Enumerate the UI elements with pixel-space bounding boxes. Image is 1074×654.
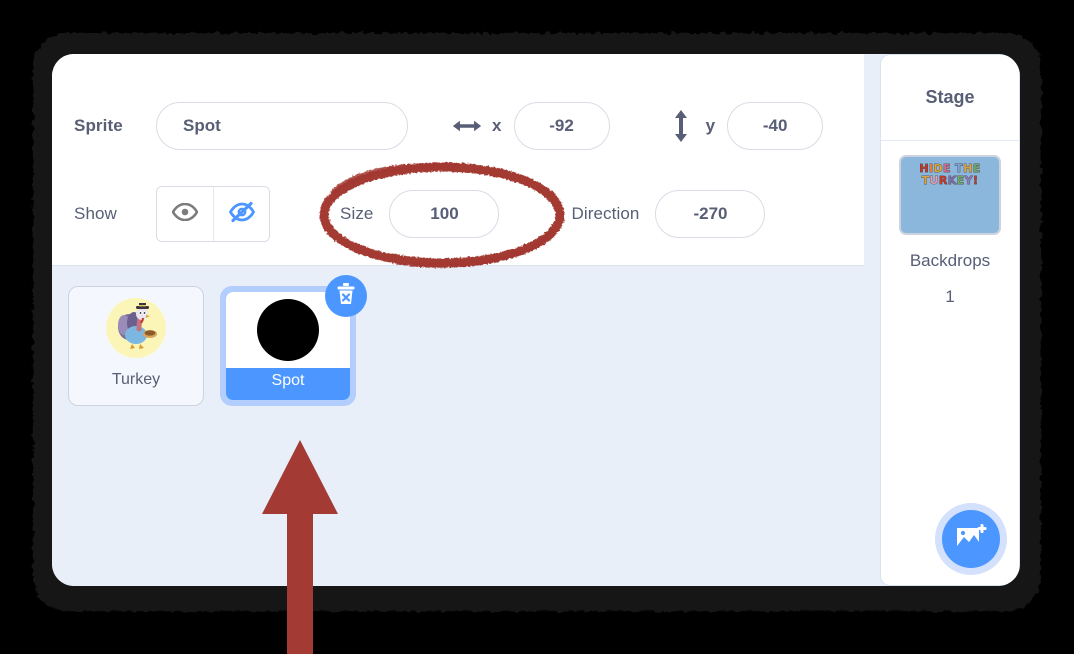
show-visible-button[interactable] [157,187,213,241]
y-label: y [705,116,716,135]
eye-icon [171,202,199,226]
direction-label: Direction [571,204,640,223]
sprite-list: Turkey Spot [68,275,367,406]
y-input[interactable]: -40 [727,102,824,150]
stage-title: Stage [881,55,1019,141]
eye-slash-icon [228,201,256,228]
sprite-info-row-bottom: Show Size 100 Direction -270 [74,186,766,242]
delete-sprite-button[interactable] [325,275,367,317]
choose-backdrop-button[interactable] [935,503,1007,575]
screenshot-root: Sprite Spot x -92 y -40 Show Size 100 Di… [0,0,1074,654]
show-toggle-group [156,186,270,242]
sprite-tile-label: Spot [271,372,305,389]
sprite-name-label: Sprite [74,116,123,135]
black-circle-shape [257,299,319,361]
sprite-tile-turkey[interactable]: Turkey [68,286,204,406]
backdrops-label: Backdrops [909,251,991,270]
sprite-info-panel: Sprite Spot x -92 y -40 Show Size 100 Di… [52,54,864,266]
backdrop-title-line2: TURKEY! [921,174,979,187]
size-input[interactable]: 100 [389,190,500,238]
sprite-name-input[interactable]: Spot [156,102,408,150]
sprite-selector-pane: Turkey Spot [52,266,864,586]
horizontal-arrows-icon [452,117,482,135]
x-label: x [492,116,502,135]
sprite-tile-spot[interactable]: Spot [220,275,367,406]
stage-panel: Stage HIDE THE TURKEY! Backdrops 1 [880,54,1020,586]
size-label: Size [340,204,374,223]
trash-delete-icon [335,282,357,311]
sprite-info-row-top: Sprite Spot x -92 y -40 [74,102,824,150]
choose-backdrop-button-core [942,510,1000,568]
turkey-thumbnail [69,287,203,369]
vertical-arrows-icon [666,109,696,143]
show-label: Show [74,204,117,223]
scratch-app-panel: Sprite Spot x -92 y -40 Show Size 100 Di… [52,54,1020,586]
turkey-thumbnail-circle [106,298,166,358]
backdrop-thumbnail[interactable]: HIDE THE TURKEY! [899,155,1001,235]
image-plus-icon [955,523,987,556]
show-hidden-button[interactable] [213,187,269,241]
left-column: Sprite Spot x -92 y -40 Show Size 100 Di… [52,54,864,586]
sprite-tile-label: Turkey [111,371,161,388]
x-input[interactable]: -92 [513,102,610,150]
backdrops-count: 1 [945,287,955,306]
backdrop-title: HIDE THE TURKEY! [901,162,999,187]
direction-input[interactable]: -270 [655,190,766,238]
